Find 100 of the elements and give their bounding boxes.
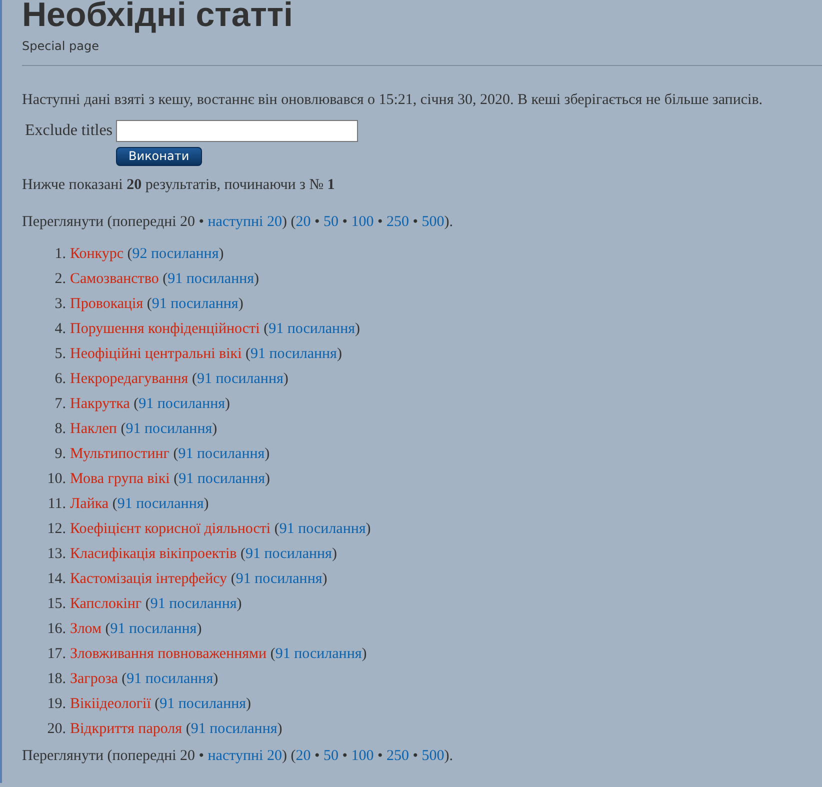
article-link[interactable]: Неофіційні центральні вікі [70, 346, 242, 362]
list-entry: Некроредагування (91 посилання) [70, 370, 290, 389]
backlinks-link[interactable]: 92 посилання [132, 246, 219, 262]
list-number: 16. [47, 620, 66, 639]
list-entry: Неофіційні центральні вікі (91 посилання) [70, 345, 343, 364]
list-entry: Зловживання повноваженнями (91 посилання) [70, 645, 368, 664]
list-number: 6. [54, 370, 66, 389]
article-link[interactable]: Лайка [70, 496, 109, 512]
article-link[interactable]: Самозванство [70, 271, 159, 287]
article-link[interactable]: Вікіідеології [70, 696, 151, 712]
list-number: 7. [54, 395, 66, 414]
page-title: Необхідні статті [22, 0, 294, 34]
article-link[interactable]: Коефіцієнт корисної діяльності [70, 521, 271, 537]
list-number: 9. [54, 445, 66, 464]
backlinks-link[interactable]: 91 посилання [190, 721, 278, 737]
list-number: 10. [47, 470, 66, 489]
exclude-titles-field[interactable] [116, 120, 358, 142]
backlinks-link[interactable]: 91 посилання [126, 671, 214, 687]
cache-notice: Наступні дані взяті з кешу, востаннє він оновлювався о 15:21, січня 30, 2020. В кеші зберігається не більше записів. [22, 91, 764, 110]
list-entry: Загроза (91 посилання) [70, 670, 220, 689]
article-link[interactable]: Класифікація вікіпроектів [70, 546, 237, 562]
article-link[interactable]: Провокація [70, 296, 144, 312]
list-entry: Накрутка (91 посилання) [70, 395, 232, 414]
pagination-text: Переглянути (попередні 20 • наступні 20) (20 • 50 • 100 • 250 • 500). [22, 213, 454, 232]
article-link[interactable]: Порушення конфіденційності [70, 321, 260, 337]
list-entry: Мультипостинг (91 посилання) [70, 445, 271, 464]
backlinks-link[interactable]: 91 посилання [246, 546, 332, 562]
backlinks-link[interactable]: 91 посилання [178, 446, 265, 462]
submit-button[interactable]: Виконати [116, 147, 202, 166]
list-number: 11. [48, 495, 66, 514]
article-link[interactable]: Зловживання повноваженнями [70, 646, 267, 662]
pagination-text: Переглянути (попередні 20 • наступні 20) (20 • 50 • 100 • 250 • 500). [22, 747, 454, 766]
article-link[interactable]: Мультипостинг [70, 446, 170, 462]
list-entry: Самозванство (91 посилання) [70, 270, 260, 289]
page-size-link[interactable]: 500 [422, 214, 444, 230]
page-size-link[interactable]: 20 [296, 214, 311, 230]
article-link[interactable]: Капслокінг [70, 596, 142, 612]
backlinks-link[interactable]: 91 посилання [110, 621, 197, 637]
backlinks-link[interactable]: 91 посилання [152, 296, 238, 312]
page-size-link[interactable]: 50 [323, 214, 338, 230]
list-number: 8. [54, 420, 66, 439]
page-size-link[interactable]: 500 [422, 748, 444, 764]
list-number: 2. [54, 270, 66, 289]
list-entry: Наклеп (91 посилання) [70, 420, 218, 439]
list-number: 4. [54, 320, 66, 339]
list-entry: Відкриття пароля (91 посилання) [70, 720, 284, 739]
backlinks-link[interactable]: 91 посилання [196, 371, 284, 387]
backlinks-link[interactable]: 91 посилання [178, 471, 266, 487]
page-size-link[interactable]: 250 [386, 214, 410, 230]
backlinks-link[interactable]: 91 посилання [168, 271, 254, 287]
article-link[interactable]: Наклеп [70, 421, 117, 437]
backlinks-link[interactable]: 91 посилання [117, 496, 204, 512]
page-size-link[interactable]: 20 [296, 748, 311, 764]
list-entry: Порушення конфіденційності (91 посилання) [70, 320, 361, 339]
list-entry: Конкурс (92 посилання) [70, 245, 225, 264]
page-size-link[interactable]: 100 [351, 214, 374, 230]
backlinks-link[interactable]: 91 посилання [275, 646, 362, 662]
backlinks-link[interactable]: 91 посилання [279, 521, 366, 537]
list-entry: Мова група вікі (91 посилання) [70, 470, 272, 489]
list-number: 20. [47, 720, 66, 739]
list-number: 1. [54, 245, 66, 264]
article-link[interactable]: Відкриття пароля [70, 721, 182, 737]
list-entry: Лайка (91 посилання) [70, 495, 210, 514]
article-link[interactable]: Кастомізація інтерфейсу [70, 571, 228, 587]
article-link[interactable]: Мова група вікі [70, 471, 170, 487]
page-size-link[interactable]: 50 [323, 748, 338, 764]
list-number: 13. [47, 545, 66, 564]
list-entry: Злом (91 посилання) [70, 620, 203, 639]
article-link[interactable]: Некроредагування [70, 371, 188, 387]
article-link[interactable]: Загроза [70, 671, 118, 687]
list-number: 5. [54, 345, 66, 364]
article-link[interactable]: Накрутка [70, 396, 130, 412]
backlinks-link[interactable]: 91 посилання [138, 396, 226, 412]
backlinks-link[interactable]: 91 посилання [236, 571, 322, 587]
list-entry: Коефіцієнт корисної діяльності (91 посилання) [70, 520, 371, 539]
page-size-link[interactable]: 250 [386, 748, 410, 764]
page-size-link[interactable]: 100 [351, 748, 374, 764]
backlinks-link[interactable]: 91 посилання [150, 596, 237, 612]
list-number: 19. [47, 695, 66, 714]
list-entry: Капслокінг (91 посилання) [70, 595, 243, 614]
results-notice: Нижче показані 20 результатів, починаючи з № 1 [22, 176, 336, 195]
list-entry: Вікіідеології (91 посилання) [70, 695, 252, 714]
page-subtitle: Special page [22, 38, 100, 54]
list-number: 18. [47, 670, 66, 689]
backlinks-link[interactable]: 91 посилання [250, 346, 337, 362]
article-link[interactable]: Злом [70, 621, 102, 637]
field-label: Exclude titles [25, 122, 113, 140]
backlinks-link[interactable]: 91 посилання [160, 696, 246, 712]
list-number: 15. [47, 595, 66, 614]
list-number: 3. [54, 295, 66, 314]
next-page-link[interactable]: наступні 20 [208, 214, 282, 230]
backlinks-link[interactable]: 91 посилання [126, 421, 212, 437]
list-entry: Класифікація вікіпроектів (91 посилання) [70, 545, 338, 564]
list-number: 12. [47, 520, 66, 539]
list-number: 17. [47, 645, 66, 664]
backlinks-link[interactable]: 91 посилання [268, 321, 355, 337]
list-number: 14. [47, 570, 66, 589]
article-link[interactable]: Конкурс [70, 246, 124, 262]
list-entry: Кастомізація інтерфейсу (91 посилання) [70, 570, 328, 589]
next-page-link[interactable]: наступні 20 [208, 748, 282, 764]
